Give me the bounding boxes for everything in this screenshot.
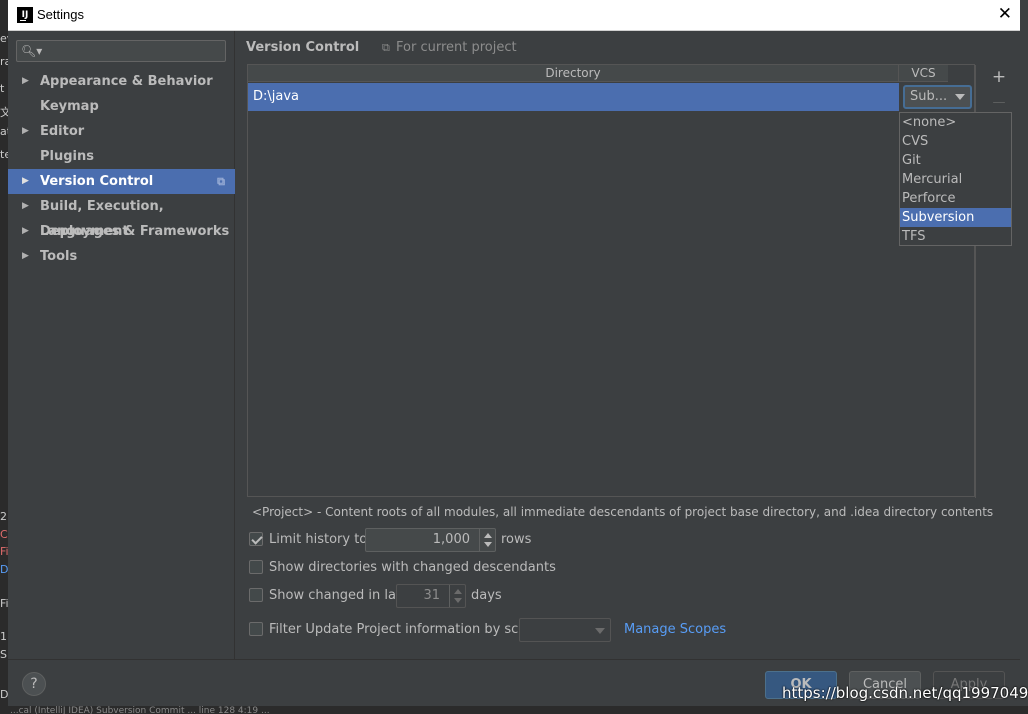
dialog-title: Settings xyxy=(37,7,84,22)
watermark: https://blog.csdn.net/qq19970496 xyxy=(782,684,1028,702)
show-changed-checkbox[interactable] xyxy=(249,588,263,602)
remove-mapping-button[interactable]: — xyxy=(990,94,1008,112)
spinner-arrows-icon[interactable] xyxy=(449,585,465,607)
chevron-down-icon xyxy=(955,94,965,100)
project-scope-icon: ⧉ xyxy=(217,175,225,188)
vcs-option-none[interactable]: <none> xyxy=(900,113,1011,132)
bg-fragment: 1 xyxy=(0,630,7,643)
show-changed-label: Show changed in last xyxy=(269,588,408,603)
filter-update-option: Filter Update Project information by sco… xyxy=(249,619,543,641)
filter-update-checkbox[interactable] xyxy=(249,622,263,636)
add-mapping-button[interactable]: + xyxy=(990,68,1008,86)
expand-arrow-icon[interactable]: ▶ xyxy=(22,194,29,219)
filter-update-label: Filter Update Project information by sco… xyxy=(269,622,543,637)
sidebar-item-label: Version Control xyxy=(40,174,154,189)
vcs-option-git[interactable]: Git xyxy=(900,151,1011,170)
expand-arrow-icon[interactable]: ▶ xyxy=(22,119,29,144)
vcs-option-mercurial[interactable]: Mercurial xyxy=(900,170,1011,189)
bg-fragment: C xyxy=(0,528,8,541)
show-changed-days-input[interactable]: 31 xyxy=(396,584,466,608)
vcs-select[interactable]: Sub... xyxy=(903,85,972,109)
bg-fragment: D xyxy=(0,563,8,576)
scope-select[interactable] xyxy=(519,618,611,642)
days-suffix: days xyxy=(471,588,502,603)
sidebar-item-label: Tools xyxy=(40,249,78,264)
vcs-option-subversion[interactable]: Subversion xyxy=(900,208,1011,227)
bg-fragment: t xyxy=(0,82,5,95)
scope-note: For current project xyxy=(396,40,517,55)
rows-suffix: rows xyxy=(501,532,532,547)
sidebar-item-tools[interactable]: ▶ Tools xyxy=(8,244,235,269)
limit-history-label: Limit history to: xyxy=(269,532,372,547)
sidebar-item-label: Plugins xyxy=(40,149,94,164)
limit-history-option: Limit history to: xyxy=(249,529,749,551)
sidebar-item-label: Languages & Frameworks xyxy=(40,224,230,239)
expand-arrow-icon[interactable]: ▶ xyxy=(22,69,29,94)
sidebar-item-label: Appearance & Behavior xyxy=(40,74,213,89)
sidebar-item-editor[interactable]: ▶ Editor xyxy=(8,119,235,144)
background-window-strip: ev ra t 文 at te 2 C Fi D Fi 1 S D xyxy=(0,0,8,714)
vcs-option-perforce[interactable]: Perforce xyxy=(900,189,1011,208)
page-title: Version Control xyxy=(246,40,360,55)
vcs-mappings-table: Directory VCS D:\java Sub... + — xyxy=(247,64,1006,498)
bg-fragment: ev xyxy=(0,32,8,45)
bg-fragment: S xyxy=(0,648,7,661)
sidebar-item-label: Editor xyxy=(40,124,85,139)
manage-scopes-link[interactable]: Manage Scopes xyxy=(624,619,726,641)
roots-description: <Project> - Content roots of all modules… xyxy=(252,505,994,519)
bg-fragment: D xyxy=(0,688,8,701)
sidebar-item-version-control[interactable]: ▶ Version Control ⧉ xyxy=(8,169,235,194)
sidebar-item-keymap[interactable]: Keymap xyxy=(8,94,235,119)
project-scope-icon: ⧉ xyxy=(382,41,390,54)
vcs-select-value: Sub... xyxy=(910,89,948,104)
bg-fragment: te xyxy=(0,148,8,161)
bg-fragment: Fi xyxy=(0,545,8,558)
vcs-option-tfs[interactable]: TFS xyxy=(900,227,1011,246)
expand-arrow-icon[interactable]: ▶ xyxy=(22,244,29,269)
sidebar-item-plugins[interactable]: Plugins xyxy=(8,144,235,169)
spinner-arrows-icon[interactable] xyxy=(479,529,495,551)
background-status-strip: ...cal (IntelliJ IDEA) Subversion Commit… xyxy=(0,706,1028,714)
show-dirs-label: Show directories with changed descendant… xyxy=(269,560,556,575)
bg-fragment: 2 xyxy=(0,510,7,523)
limit-history-checkbox[interactable] xyxy=(249,532,263,546)
chevron-down-icon xyxy=(595,628,605,634)
background-window-strip-right xyxy=(1020,0,1028,714)
column-header-vcs[interactable]: VCS xyxy=(899,65,948,82)
column-header-directory[interactable]: Directory xyxy=(248,65,899,82)
bg-fragment: ra xyxy=(0,55,8,68)
sidebar-item-label: Keymap xyxy=(40,99,99,114)
sidebar-item-build-execution-deployment[interactable]: ▶ Build, Execution, Deployment xyxy=(8,194,235,239)
expand-arrow-icon[interactable]: ▶ xyxy=(22,169,29,194)
show-dirs-option: Show directories with changed descendant… xyxy=(249,557,649,579)
search-icon: 🔍︎▾ xyxy=(21,44,43,58)
bg-fragment: 文 xyxy=(0,106,8,119)
close-icon[interactable]: ✕ xyxy=(998,4,1012,24)
vcs-option-cvs[interactable]: CVS xyxy=(900,132,1011,151)
expand-arrow-icon[interactable]: ▶ xyxy=(22,219,29,244)
search-input[interactable]: 🔍︎▾ xyxy=(16,40,226,62)
limit-history-input[interactable]: 1,000 xyxy=(365,528,496,552)
settings-nav: ▶ Appearance & Behavior Keymap ▶ Editor … xyxy=(8,69,235,269)
help-button[interactable]: ? xyxy=(22,672,46,696)
settings-sidebar: 🔍︎▾ ▶ Appearance & Behavior Keymap ▶ Edi… xyxy=(8,31,235,659)
vcs-dropdown-list: <none> CVS Git Mercurial Perforce Subver… xyxy=(899,112,1012,246)
intellij-logo-icon: IJ xyxy=(17,7,33,23)
show-dirs-checkbox[interactable] xyxy=(249,560,263,574)
table-row[interactable]: D:\java xyxy=(248,83,899,111)
sidebar-item-languages-frameworks[interactable]: ▶ Languages & Frameworks xyxy=(8,219,235,244)
sidebar-item-appearance-behavior[interactable]: ▶ Appearance & Behavior xyxy=(8,69,235,94)
bg-fragment: at xyxy=(0,125,8,138)
bg-fragment: Fi xyxy=(0,597,8,610)
dialog-titlebar: IJ Settings ✕ xyxy=(8,0,1020,31)
